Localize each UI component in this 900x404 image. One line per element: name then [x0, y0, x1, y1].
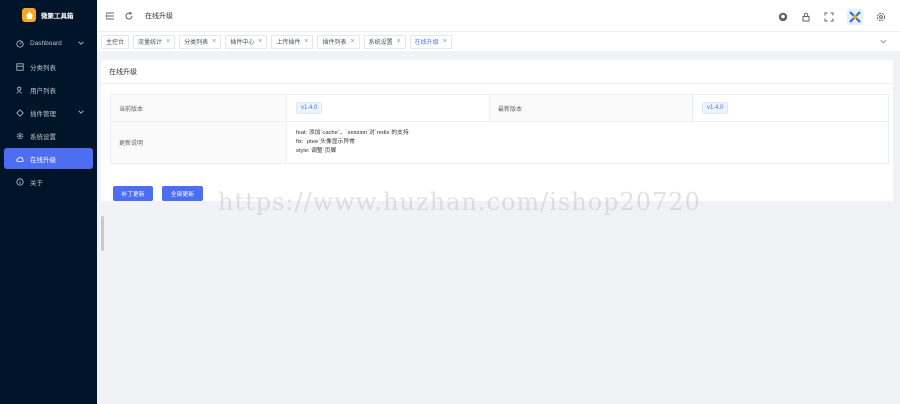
- close-icon[interactable]: ×: [212, 38, 216, 45]
- changelog-line: style: 调整`页脚: [296, 148, 337, 154]
- category-icon: [16, 62, 24, 71]
- tab-plugin-center[interactable]: 插件中心 ×: [225, 34, 268, 49]
- lock-icon[interactable]: [801, 12, 811, 22]
- breadcrumb: 在线升级: [145, 12, 173, 20]
- tab-label: 系统设置: [368, 40, 393, 46]
- sidebar-item-categories[interactable]: 分类列表: [4, 56, 93, 77]
- chevron-down-icon: [77, 108, 85, 116]
- top-header: 在线升级: [97, 0, 900, 31]
- tab-label: 流量统计: [138, 40, 163, 46]
- fullscreen-icon[interactable]: [824, 12, 834, 22]
- tab-online-upgrade[interactable]: 在线升级 ×: [409, 34, 452, 49]
- sidebar-item-label: 插件管理: [30, 110, 56, 118]
- tab-plugin-list[interactable]: 插件列表 ×: [317, 34, 360, 49]
- avatar[interactable]: [847, 9, 863, 25]
- sidebar-item-label: 系统设置: [30, 133, 56, 141]
- close-icon[interactable]: ×: [258, 38, 262, 45]
- changelog-label: 更新说明: [110, 121, 287, 164]
- patch-update-button[interactable]: 补丁更新: [113, 186, 153, 201]
- sidebar-item-label: Dashboard: [30, 40, 62, 47]
- sidebar-item-settings[interactable]: 系统设置: [4, 125, 93, 146]
- sidebar-item-dashboard[interactable]: Dashboard: [4, 33, 93, 54]
- gear-icon: [16, 132, 24, 140]
- sidebar-item-plugins[interactable]: 插件管理: [4, 102, 93, 123]
- dashboard-icon: [16, 39, 24, 48]
- close-icon[interactable]: ×: [304, 38, 308, 45]
- github-icon[interactable]: [778, 12, 788, 22]
- watermark: https://www.huzhan.com/ishop20720: [218, 188, 701, 216]
- close-icon[interactable]: ×: [443, 38, 447, 45]
- tab-label: 分类列表: [184, 40, 209, 46]
- version-info-table: 当前版本 v1.4.0 最新版本 v1.4.0 更新说明 feat: 添加`ca…: [110, 94, 889, 164]
- sidebar-item-about[interactable]: 关于: [4, 171, 93, 192]
- sidebar-item-label: 用户列表: [30, 87, 56, 95]
- tab-label: 上传插件: [276, 40, 301, 46]
- app-logo[interactable]: 微聚工具箱: [0, 0, 97, 30]
- changelog-line: feat: 添加`cache`、`session`对`redis`的支持: [296, 130, 409, 136]
- user-icon: [16, 86, 24, 94]
- chevron-down-icon: [77, 39, 85, 47]
- close-icon[interactable]: ×: [350, 38, 354, 45]
- scrollbar[interactable]: [101, 216, 104, 251]
- tab-upload-plugin[interactable]: 上传插件 ×: [271, 34, 314, 49]
- cloud-icon: [16, 155, 24, 163]
- tab-categories[interactable]: 分类列表 ×: [179, 34, 222, 49]
- main-content: 在线升级 当前版本 v1.4.0 最新版本 v1.4.0 更新说明 feat: …: [97, 51, 900, 404]
- tab-label: 插件列表: [322, 40, 347, 46]
- close-icon[interactable]: ×: [166, 38, 170, 45]
- upgrade-card: 在线升级 当前版本 v1.4.0 最新版本 v1.4.0 更新说明 feat: …: [101, 60, 893, 201]
- tab-label: 在线升级: [414, 40, 439, 46]
- current-version-tag: v1.4.0: [296, 102, 323, 114]
- tab-home[interactable]: 主控台: [101, 34, 130, 49]
- tab-bar: 主控台 流量统计 × 分类列表 × 插件中心 × 上传插件 × 插件列表 × 系统设置 × …: [97, 31, 900, 51]
- chevron-down-icon[interactable]: [879, 37, 888, 46]
- latest-version-label: 最新版本: [489, 94, 693, 122]
- sidebar-item-label: 在线升级: [30, 156, 56, 164]
- settings-icon[interactable]: [876, 12, 886, 22]
- changelog-cell: feat: 添加`cache`、`session`对`redis`的支持 fix…: [286, 121, 889, 164]
- latest-version-tag: v1.4.0: [702, 102, 729, 114]
- close-icon[interactable]: ×: [397, 38, 401, 45]
- info-icon: [16, 177, 24, 186]
- latest-version-cell: v1.4.0: [692, 94, 889, 122]
- sidebar: 微聚工具箱 Dashboard 分类列表 用户列表 插件管理 系统设置 在线升级…: [0, 0, 97, 404]
- sidebar-item-users[interactable]: 用户列表: [4, 79, 93, 100]
- logo-icon: [22, 8, 36, 22]
- changelog-line: fix: `ptee`头像显示异常: [296, 139, 355, 145]
- sidebar-item-label: 分类列表: [30, 64, 56, 72]
- menu-fold-icon[interactable]: [105, 11, 115, 21]
- app-name: 微聚工具箱: [41, 13, 74, 20]
- current-version-label: 当前版本: [110, 94, 287, 122]
- tab-system-settings[interactable]: 系统设置 ×: [363, 34, 406, 49]
- tab-label: 主控台: [106, 40, 125, 46]
- plugin-icon: [16, 108, 24, 117]
- current-version-cell: v1.4.0: [286, 94, 490, 122]
- tab-label: 插件中心: [230, 40, 255, 46]
- sidebar-item-upgrade[interactable]: 在线升级: [4, 148, 93, 169]
- card-title: 在线升级: [101, 60, 893, 84]
- refresh-icon[interactable]: [124, 11, 134, 21]
- sidebar-item-label: 关于: [30, 179, 43, 187]
- full-update-button[interactable]: 全部更新: [162, 186, 203, 201]
- tab-traffic[interactable]: 流量统计 ×: [133, 34, 176, 49]
